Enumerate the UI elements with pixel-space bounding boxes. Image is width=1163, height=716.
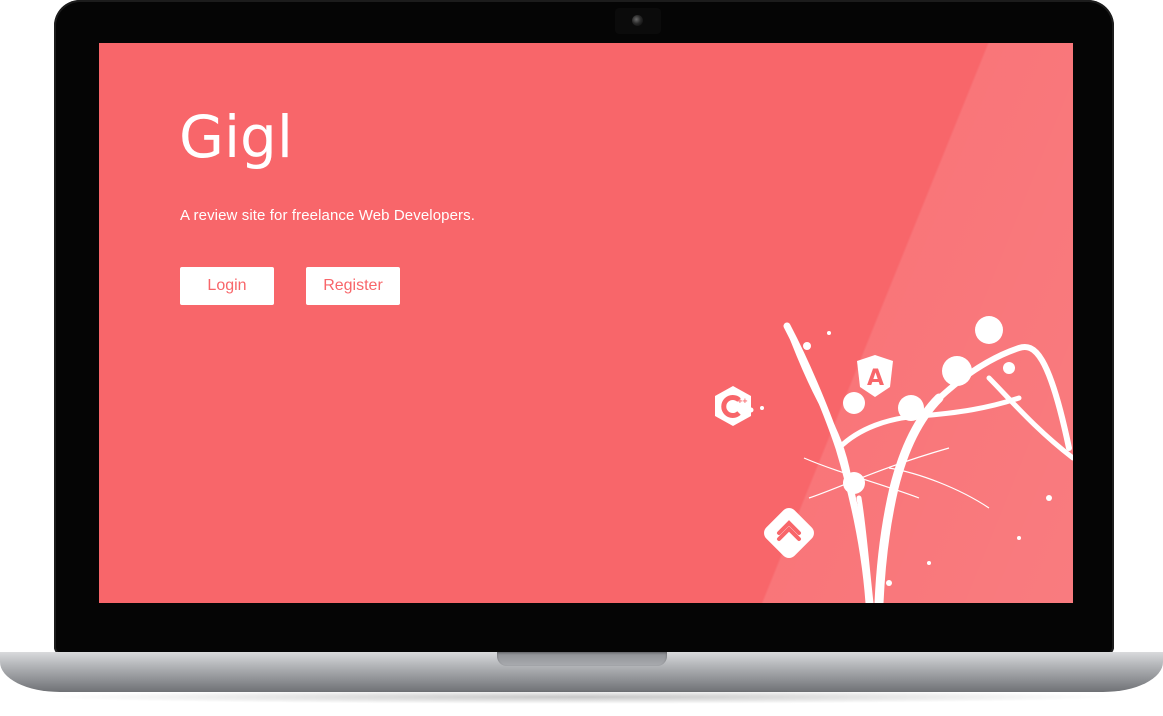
laptop-notch	[497, 652, 667, 666]
svg-text:+: +	[742, 397, 748, 405]
webcam	[615, 8, 661, 34]
splash-blob	[760, 406, 764, 410]
login-button[interactable]: Login	[180, 267, 274, 305]
splash-blob	[975, 316, 1003, 344]
splash-blob	[886, 580, 892, 586]
splash-blob	[898, 395, 924, 421]
register-button[interactable]: Register	[306, 267, 400, 305]
angular-glyph: A	[867, 366, 884, 391]
splash-blob	[942, 356, 972, 386]
logo: Gigl	[179, 105, 293, 171]
angular-icon: A	[857, 355, 893, 397]
camera-icon	[632, 15, 643, 26]
landing-screen: Gigl A review site for freelance Web Dev…	[99, 43, 1073, 603]
python-icon	[764, 508, 814, 558]
splash-blob	[1003, 362, 1015, 374]
cplusplus-icon: + +	[715, 386, 751, 426]
laptop-mockup: Gigl A review site for freelance Web Dev…	[0, 0, 1163, 716]
splash-stroke	[808, 447, 950, 499]
tagline: A review site for freelance Web Develope…	[180, 207, 475, 224]
paint-splash-illustration: + + A	[715, 316, 1073, 603]
splash-blob	[1017, 536, 1021, 540]
logo-text: Gigl	[179, 105, 293, 171]
splash-stroke	[888, 467, 990, 509]
splash-blob	[803, 342, 811, 350]
splash-blob	[843, 472, 865, 494]
splash-blob	[1046, 495, 1052, 501]
laptop-shadow	[40, 690, 1123, 704]
splash-blob	[843, 392, 865, 414]
splash-blob	[827, 331, 831, 335]
splash-stroke	[783, 322, 873, 603]
splash-stroke	[874, 393, 944, 603]
splash-blob	[927, 561, 931, 565]
